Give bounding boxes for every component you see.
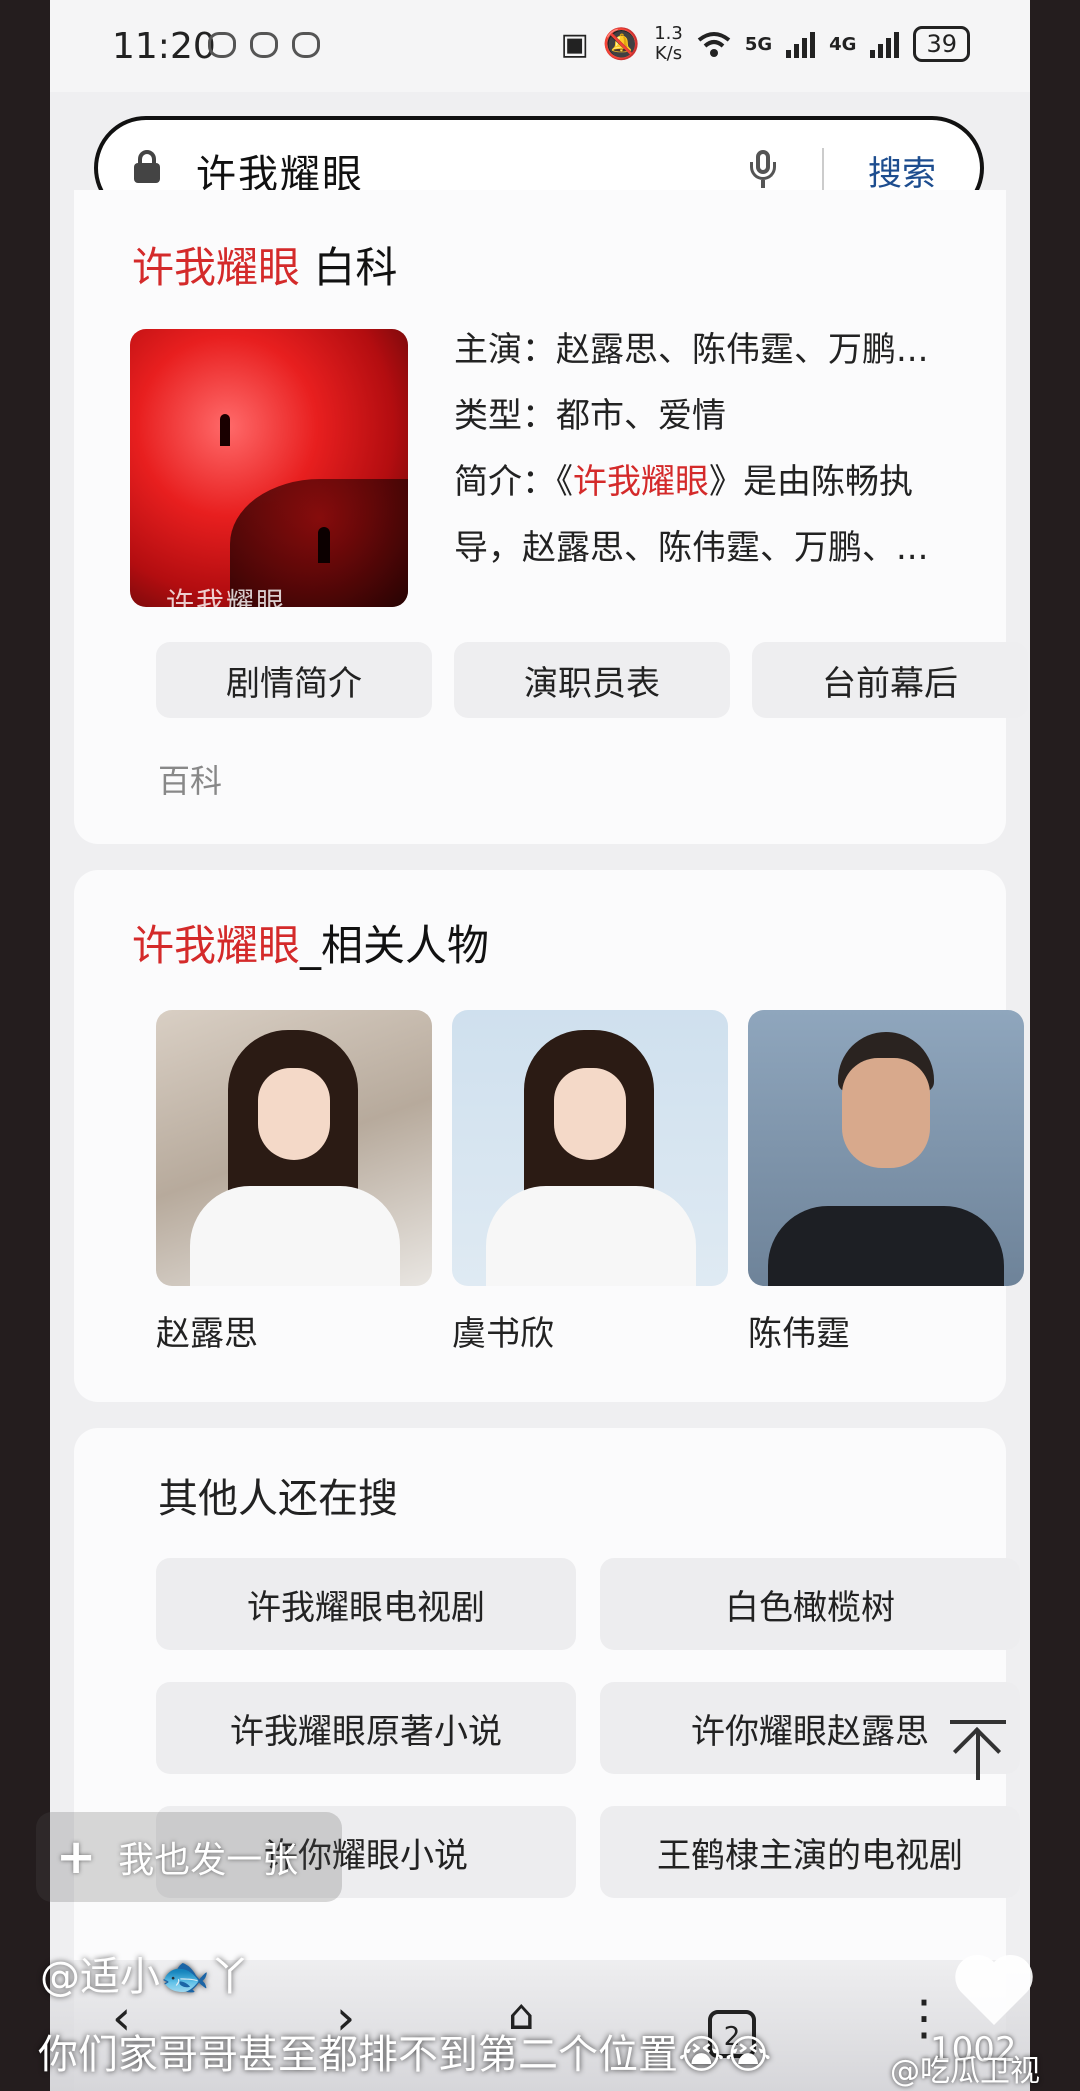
back-to-top-icon[interactable] bbox=[950, 1720, 1006, 1780]
signal-5g-icon bbox=[786, 30, 816, 58]
app-notification-icon bbox=[250, 32, 278, 58]
intro-label: 简介： bbox=[454, 462, 556, 502]
genre-value: 都市、爱情 bbox=[556, 396, 726, 436]
app-notification-icon bbox=[292, 32, 320, 58]
nfc-icon: ▣ bbox=[560, 26, 589, 62]
person-photo[interactable] bbox=[156, 1010, 432, 1286]
signal-4g-icon bbox=[870, 30, 900, 58]
person-name[interactable]: 陈伟霆 bbox=[748, 1306, 850, 1355]
microphone-icon[interactable] bbox=[748, 150, 778, 190]
system-icons: ▣ 🔕 1.3 K/s 5G 4G 39 bbox=[560, 24, 970, 64]
genre-line: 类型：都市、爱情 bbox=[454, 388, 726, 437]
cast-label: 主演： bbox=[454, 330, 556, 370]
poster-figure bbox=[220, 414, 230, 446]
phone-screen: 11:20 ▣ 🔕 1.3 K/s 5G 4G 39 许我耀眼 搜索 许我耀眼 … bbox=[50, 0, 1030, 2091]
related-people-title[interactable]: 许我耀眼_相关人物 bbox=[132, 912, 489, 973]
poster-text: 许我耀眼 bbox=[166, 586, 287, 607]
related-title-highlight: 许我耀眼 bbox=[132, 921, 301, 970]
drama-poster[interactable]: 许我耀眼 bbox=[130, 329, 408, 607]
tab-cast-crew[interactable]: 演职员表 bbox=[454, 642, 730, 718]
network-5g-label: 5G bbox=[744, 33, 773, 55]
suggestion-chip[interactable]: 白色橄榄树 bbox=[600, 1558, 1020, 1650]
person-photo[interactable] bbox=[452, 1010, 728, 1286]
intro-open: 《 bbox=[556, 462, 573, 502]
tab-behind-scenes[interactable]: 台前幕后 bbox=[752, 642, 1028, 718]
watermark: @吃瓜卫视 bbox=[890, 2054, 1040, 2089]
person-name[interactable]: 赵露思 bbox=[156, 1306, 258, 1355]
baike-title-highlight: 许我耀眼 bbox=[132, 243, 301, 292]
cast-value: 赵露思、陈伟霆、万鹏... bbox=[556, 330, 929, 370]
source-label: 百科 bbox=[158, 762, 223, 800]
others-search-title: 其他人还在搜 bbox=[158, 1476, 398, 1522]
mute-bell-icon: 🔕 bbox=[602, 26, 641, 62]
baike-title-rest: 白科 bbox=[300, 243, 398, 292]
suggestion-chip[interactable]: 许我耀眼电视剧 bbox=[156, 1558, 576, 1650]
baike-title[interactable]: 许我耀眼 白科 bbox=[132, 234, 397, 295]
status-time: 11:20 bbox=[112, 26, 216, 67]
intro-highlight: 许我耀眼 bbox=[573, 462, 709, 502]
cast-line: 主演：赵露思、陈伟霆、万鹏... bbox=[454, 322, 928, 371]
heart-icon[interactable] bbox=[948, 1944, 1040, 2036]
lock-icon bbox=[134, 150, 160, 184]
person-photo[interactable] bbox=[748, 1010, 1024, 1286]
post-too-label: 我也发一张 bbox=[118, 1840, 299, 1881]
search-button[interactable]: 搜索 bbox=[868, 146, 936, 195]
app-notification-icon bbox=[208, 32, 236, 58]
network-speed: 1.3 K/s bbox=[654, 24, 683, 64]
intro-line: 简介：《许我耀眼》是由陈畅执 bbox=[454, 454, 913, 503]
wifi-icon bbox=[697, 32, 731, 57]
plus-icon: + bbox=[56, 1829, 97, 1885]
tab-plot-summary[interactable]: 剧情简介 bbox=[156, 642, 432, 718]
network-speed-value: 1.3 bbox=[654, 23, 683, 44]
post-author[interactable]: @适小🐟丫 bbox=[40, 1944, 250, 2002]
network-speed-unit: K/s bbox=[654, 43, 683, 64]
post-caption: 你们家哥哥甚至都排不到第二个位置😭😭 bbox=[38, 2032, 772, 2078]
person-name[interactable]: 虞书欣 bbox=[452, 1306, 554, 1355]
related-title-rest: _相关人物 bbox=[300, 921, 490, 970]
battery-icon: 39 bbox=[913, 26, 970, 62]
genre-label: 类型： bbox=[454, 396, 556, 436]
search-divider bbox=[822, 148, 824, 190]
intro-text: 》是由陈畅执 bbox=[709, 462, 913, 502]
suggestion-chip[interactable]: 许我耀眼原著小说 bbox=[156, 1682, 576, 1774]
network-4g-label: 4G bbox=[829, 33, 857, 55]
notification-icons bbox=[208, 32, 320, 58]
post-too-button[interactable]: + 我也发一张 bbox=[36, 1812, 342, 1902]
poster-figure bbox=[318, 527, 330, 563]
suggestion-chip[interactable]: 王鹤棣主演的电视剧 bbox=[600, 1806, 1020, 1898]
intro-line-2: 导，赵露思、陈伟霆、万鹏、... bbox=[454, 528, 929, 568]
status-bar: 11:20 ▣ 🔕 1.3 K/s 5G 4G 39 bbox=[50, 0, 1030, 92]
